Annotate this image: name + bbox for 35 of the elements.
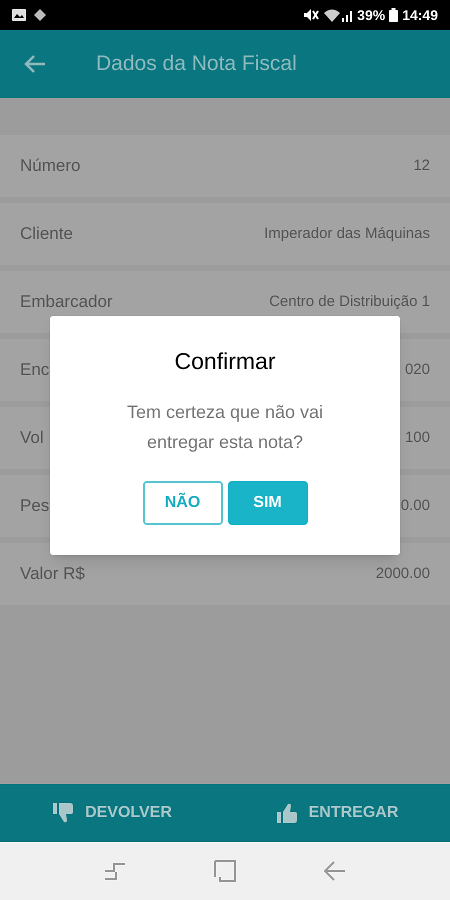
deliver-button[interactable]: ENTREGAR	[225, 784, 450, 842]
clock: 14:49	[402, 6, 438, 24]
field-label: Pes	[20, 495, 50, 518]
field-label: Embarcador	[20, 291, 113, 314]
thumbs-down-icon	[53, 803, 76, 823]
recent-apps-icon[interactable]	[104, 861, 126, 881]
field-label: Vol	[20, 427, 44, 450]
diamond-icon	[34, 9, 46, 21]
home-icon[interactable]	[214, 860, 236, 882]
back-arrow-icon[interactable]	[24, 55, 46, 73]
dialog-title: Confirmar	[174, 347, 276, 376]
wifi-icon	[324, 8, 340, 22]
battery-icon	[389, 8, 398, 22]
dialog-message: Tem certeza que não vai entregar esta nota?	[126, 400, 324, 454]
field-label: Valor R$	[20, 563, 85, 586]
field-value: 100	[404, 428, 430, 448]
signal-icon	[342, 8, 354, 22]
field-value: 0.00	[400, 496, 430, 516]
field-label: Enc	[20, 359, 50, 382]
field-value: Imperador das Máquinas	[264, 224, 430, 244]
field-value: 020	[404, 360, 430, 380]
return-button[interactable]: DEVOLVER	[0, 784, 225, 842]
cancel-button[interactable]: NÃO	[142, 480, 222, 524]
battery-percent: 39%	[357, 6, 386, 24]
field-value: Centro de Distribuição 1	[269, 292, 430, 312]
field-value: 2000.00	[376, 564, 430, 584]
confirm-button[interactable]: SIM	[228, 480, 308, 524]
field-label: Número	[20, 155, 80, 178]
mute-icon	[303, 8, 320, 22]
back-icon[interactable]	[324, 861, 346, 881]
image-icon	[12, 9, 26, 21]
field-value: 12	[413, 156, 430, 176]
thumbs-up-icon	[276, 803, 299, 823]
screen-title: Dados da Nota Fiscal	[96, 51, 297, 78]
field-label: Cliente	[20, 223, 73, 246]
